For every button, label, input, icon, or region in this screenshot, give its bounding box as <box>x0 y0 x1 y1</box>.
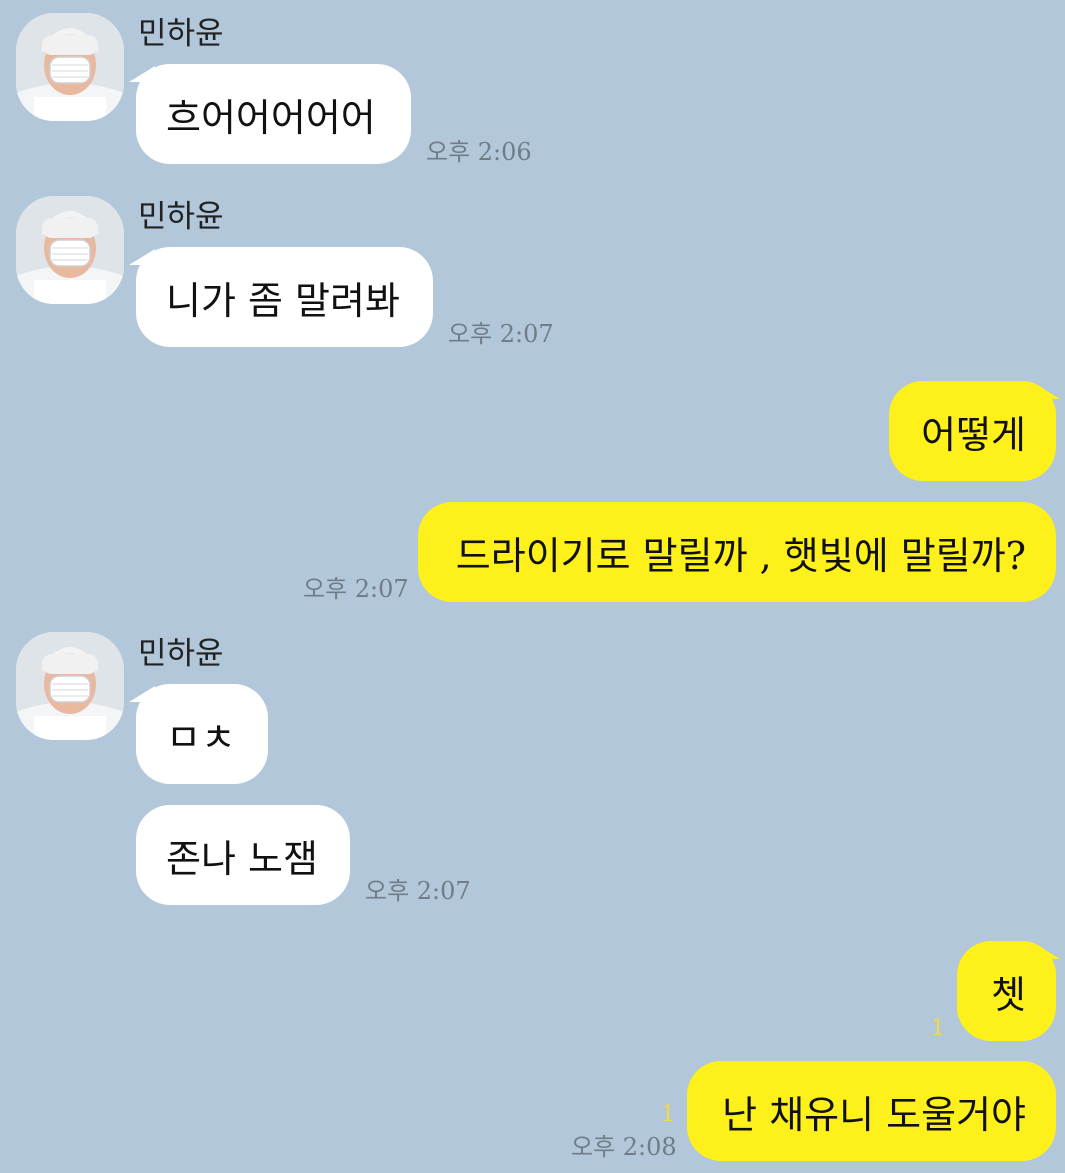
sender-name: 민하윤 <box>138 199 224 235</box>
message-timestamp: 오후 2:07 <box>448 320 554 348</box>
message-text: 어떻게 <box>921 412 1026 457</box>
profile-photo-icon <box>16 13 124 121</box>
message-timestamp: 오후 2:07 <box>303 575 409 603</box>
message-text: 쳇 <box>991 972 1026 1017</box>
profile-photo-icon <box>16 632 124 740</box>
incoming-message-bubble[interactable]: 흐어어어어어 <box>136 64 411 164</box>
outgoing-message-bubble[interactable]: 쳇 <box>957 941 1056 1041</box>
unread-count: 1 <box>931 1016 945 1041</box>
message-timestamp: 오후 2:08 <box>571 1133 677 1161</box>
incoming-message-bubble[interactable]: 니가 좀 말려봐 <box>136 247 433 347</box>
message-text: 드라이기로 말릴까 , 햇빛에 말릴까? <box>455 533 1026 578</box>
sender-name: 민하윤 <box>138 16 224 52</box>
avatar[interactable] <box>16 632 124 740</box>
message-text: 존나 노잼 <box>166 836 318 881</box>
message-timestamp: 오후 2:07 <box>365 877 471 905</box>
avatar[interactable] <box>16 13 124 121</box>
message-timestamp: 오후 2:06 <box>426 138 532 166</box>
message-text: 니가 좀 말려봐 <box>166 278 400 323</box>
message-text: 난 채유니 도울거야 <box>722 1092 1026 1137</box>
avatar[interactable] <box>16 196 124 304</box>
outgoing-message-bubble[interactable]: 난 채유니 도울거야 <box>687 1061 1056 1161</box>
incoming-message-bubble[interactable]: 존나 노잼 <box>136 805 350 905</box>
unread-count: 1 <box>661 1102 675 1127</box>
incoming-message-bubble[interactable]: ㅁㅊ <box>136 684 268 784</box>
sender-name: 민하윤 <box>138 636 224 672</box>
profile-photo-icon <box>16 196 124 304</box>
outgoing-message-bubble[interactable]: 어떻게 <box>889 381 1056 481</box>
outgoing-message-bubble[interactable]: 드라이기로 말릴까 , 햇빛에 말릴까? <box>418 502 1056 602</box>
message-text: ㅁㅊ <box>166 715 236 760</box>
message-text: 흐어어어어어 <box>166 95 376 140</box>
